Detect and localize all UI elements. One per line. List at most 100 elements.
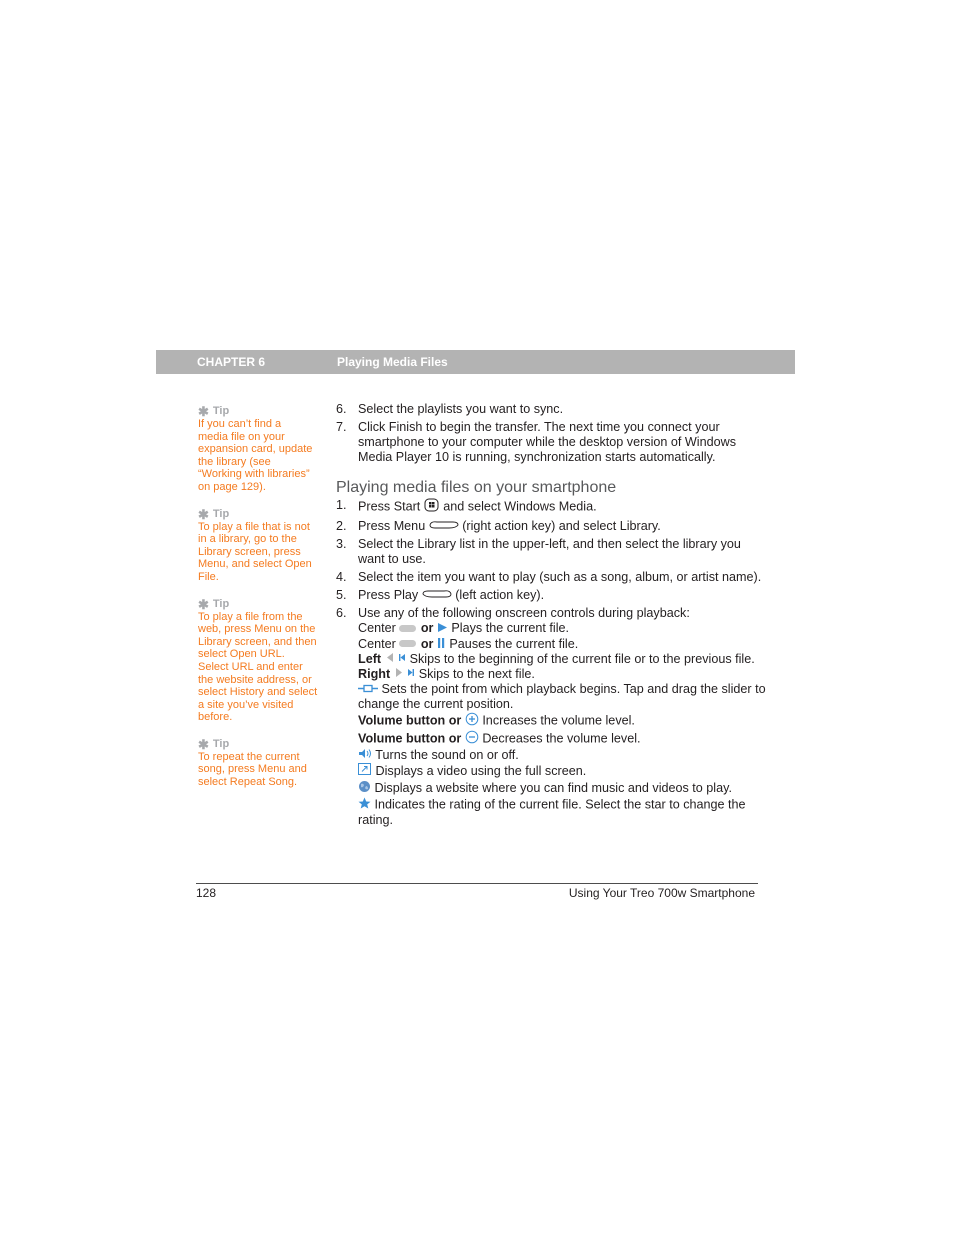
control-description: Skips to the beginning of the current fi… — [409, 651, 755, 666]
page-number: 128 — [196, 886, 217, 900]
control-web: Displays a website where you can find mu… — [336, 780, 766, 797]
step-text: Select the Library list in the upper-lef… — [358, 537, 741, 567]
speaker-icon — [358, 748, 372, 763]
step-text: Select the playlists you want to sync. — [358, 402, 564, 416]
step-number: 5. — [336, 588, 347, 603]
tip-text: To play a file that is not in a library,… — [198, 520, 312, 583]
star-rating-icon — [358, 797, 371, 813]
control-right: Right Skips to the next file. — [336, 667, 766, 682]
step-item: 7. Click Finish to begin the transfer. T… — [336, 420, 766, 465]
control-description: Turns the sound on or off. — [375, 748, 519, 763]
tip-3: ✱ Tip To play a file from the web, press … — [198, 598, 318, 724]
tip-label: Tip — [212, 507, 230, 520]
control-left: Left Skips to the beginning of the curre… — [336, 652, 766, 667]
control-description: Increases the volume level. — [482, 713, 635, 728]
tip-text: To repeat the current song, press Menu a… — [198, 750, 307, 789]
tip-label: Tip — [212, 737, 230, 750]
control-label: Center — [358, 636, 396, 651]
globe-icon — [358, 780, 371, 797]
control-label: Volume button or — [358, 713, 462, 728]
step-number: 4. — [336, 570, 347, 585]
step-number: 6. — [336, 402, 347, 416]
control-description: Indicates the rating of the current file… — [358, 797, 746, 828]
section-heading: Playing media files on your smartphone — [336, 479, 617, 496]
asterisk-icon: ✱ — [198, 506, 209, 522]
asterisk-icon: ✱ — [198, 404, 209, 419]
control-description: Pauses the current file. — [449, 636, 579, 651]
slider-icon — [358, 682, 378, 697]
right-action-key-icon — [429, 519, 459, 534]
footer-divider — [196, 883, 758, 884]
step-item: 6. Use any of the following onscreen con… — [336, 606, 766, 621]
chapter-title: Playing Media Files — [337, 355, 448, 369]
left-nav-icon — [385, 652, 395, 667]
right-nav-icon — [394, 667, 404, 682]
play-icon — [437, 622, 448, 637]
chapter-label: CHAPTER 6 — [197, 355, 266, 369]
asterisk-icon: ✱ — [198, 596, 209, 612]
step-text: and select Windows Media. — [443, 499, 597, 514]
control-description: Displays a website where you can find mu… — [374, 781, 732, 796]
tip-4: ✱ Tip To repeat the current song, press M… — [198, 738, 318, 789]
control-label: Center — [358, 621, 396, 636]
control-label: Volume button or — [358, 731, 462, 746]
step-text: Press Start — [358, 499, 421, 514]
control-label: Left — [358, 651, 382, 666]
control-fullscreen: Displays a video using the full screen. — [336, 763, 766, 780]
step-text: Press Menu — [358, 519, 426, 533]
control-pause: Center or Pauses the current file. — [336, 637, 766, 652]
step-number: 3. — [336, 537, 347, 552]
step-item: 1. Press Start and select Windows Media. — [336, 498, 766, 516]
step-item: 6. Select the playlists you want to sync… — [336, 402, 766, 417]
tip-1: ✱ Tip If you can’t find a media file on y… — [198, 405, 318, 494]
step-item: 5. Press Play (left action key). — [336, 588, 766, 603]
step-number: 2. — [336, 519, 347, 533]
volume-up-icon — [465, 712, 479, 730]
or-label: or — [420, 621, 434, 636]
control-slider: Sets the point from which playback begin… — [336, 682, 766, 712]
step-item: 3. Select the Library list in the upper-… — [336, 537, 766, 567]
control-description: Decreases the volume level. — [482, 731, 641, 746]
tip-text: If you can’t find a media file on your e… — [198, 418, 313, 493]
book-title: Using Your Treo 700w Smartphone — [568, 886, 755, 900]
asterisk-icon: ✱ — [198, 736, 209, 752]
control-description: Plays the current file. — [451, 621, 569, 636]
tips-sidebar: ✱ Tip If you can’t find a media file on y… — [198, 405, 318, 789]
step-item: 2. Press Menu (right action key) and sel… — [336, 519, 766, 534]
control-label: Right — [358, 666, 391, 681]
control-volume-down: Volume button or Decreases the volume le… — [336, 730, 766, 748]
tip-2: ✱ Tip To play a file that is not in a lib… — [198, 508, 318, 584]
tip-label: Tip — [212, 597, 230, 610]
center-button-icon — [399, 637, 417, 652]
control-mute: Turns the sound on or off. — [336, 748, 766, 763]
control-description: Sets the point from which playback begin… — [358, 682, 766, 712]
tip-label: Tip — [212, 405, 230, 417]
control-rating: Indicates the rating of the current file… — [336, 797, 766, 828]
control-description: Displays a video using the full screen. — [375, 764, 587, 779]
control-play: Center or Plays the current file. — [336, 621, 766, 636]
step-item: 4. Select the item you want to play (suc… — [336, 570, 766, 585]
or-label: or — [420, 636, 434, 651]
step-text: Press Play — [358, 588, 419, 603]
step-number: 6. — [336, 606, 347, 621]
tip-text: To play a file from the web, press Menu … — [198, 610, 318, 724]
main-content: 6. Select the playlists you want to sync… — [336, 402, 766, 828]
center-button-icon — [399, 622, 417, 637]
step-number: 7. — [336, 420, 347, 434]
left-action-key-icon — [422, 588, 452, 603]
control-volume-up: Volume button or Increases the volume le… — [336, 712, 766, 730]
step-text: (left action key). — [455, 588, 545, 603]
step-text: Select the item you want to play (such a… — [358, 570, 762, 585]
step-text: (right action key) and select Library. — [462, 519, 661, 533]
step-number: 1. — [336, 498, 347, 512]
pause-icon — [437, 637, 446, 652]
windows-start-key-icon — [424, 498, 440, 516]
fullscreen-icon — [358, 763, 372, 780]
volume-down-icon — [465, 730, 479, 748]
control-description: Skips to the next file. — [418, 666, 535, 681]
skip-back-icon — [398, 652, 406, 667]
chapter-header-bar: CHAPTER 6 Playing Media Files — [156, 350, 795, 374]
step-text: Click Finish to begin the transfer. The … — [358, 420, 736, 464]
skip-forward-icon — [407, 667, 415, 682]
step-text: Use any of the following onscreen contro… — [358, 606, 690, 621]
